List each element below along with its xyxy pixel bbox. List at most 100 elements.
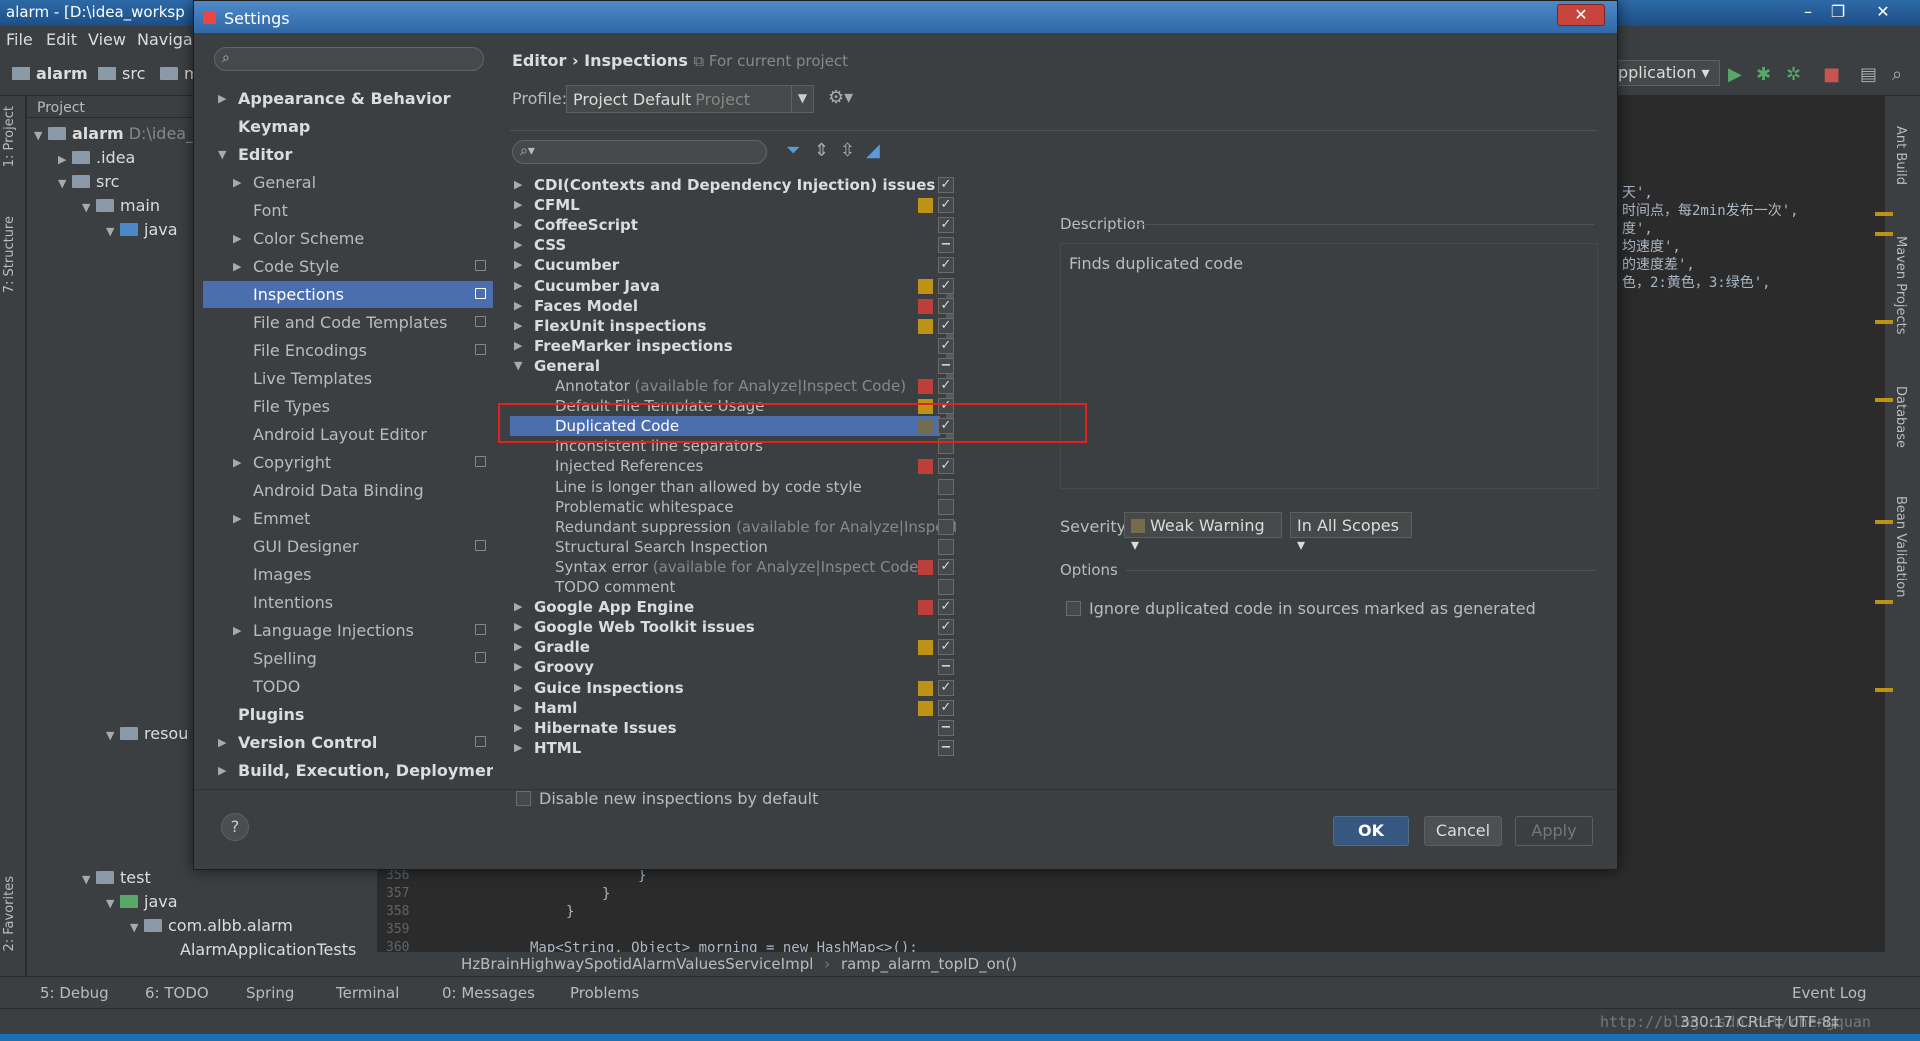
tree-item-main[interactable]: ▼ main [82,196,160,215]
tree-item-package[interactable]: ▼ com.albb.alarm [130,916,293,935]
nav-item-inspections[interactable]: Inspections [203,281,493,308]
inspection-checkbox[interactable]: ✓ [938,338,954,354]
collapsed-arrow-icon[interactable]: ▶ [514,620,528,633]
status-position[interactable]: 330:17 CRLF‡ UTF-8‡ [1680,1013,1839,1031]
collapsed-arrow-icon[interactable]: ▶ [514,721,528,734]
tree-item-test-java[interactable]: ▼ java [106,892,178,911]
filter-icon[interactable]: ⏷ [786,140,800,161]
error-stripe-marker[interactable] [1875,520,1893,524]
inspection-injected-references[interactable]: Injected References ✓ [510,456,954,476]
ignore-generated-checkbox[interactable]: Ignore duplicated code in sources marked… [1066,599,1536,618]
inspection-group-coffeescript[interactable]: ▶ CoffeeScript ✓ [510,215,954,235]
breadcrumb-src[interactable]: src [98,64,145,83]
inspection-checkbox[interactable] [938,579,954,595]
inspection-problematic-whitespace[interactable]: Problematic whitespace [510,497,954,517]
collapsed-arrow-icon[interactable]: ▶ [514,600,528,613]
tab-database[interactable]: Database [1893,386,1908,448]
nav-item-general[interactable]: ▶ General [203,169,493,196]
inspection-checkbox[interactable]: ✓ [938,599,954,615]
help-button[interactable]: ? [221,813,249,841]
maximize-icon[interactable]: ❐ [1825,1,1851,23]
inspection-group-cucumber-java[interactable]: ▶ Cucumber Java ✓ [510,276,954,296]
crumb-method[interactable]: ramp_alarm_topID_on() [841,955,1017,973]
tree-item-idea[interactable]: ▶ .idea [58,148,135,167]
nav-item-file-types[interactable]: File Types [203,393,493,420]
inspection-checkbox[interactable]: − [938,358,954,374]
inspection-group-haml[interactable]: ▶ Haml ✓ [510,698,954,718]
expand-all-icon[interactable]: ⇕ [814,140,829,161]
error-stripe-marker[interactable] [1875,232,1893,236]
nav-item-live-templates[interactable]: Live Templates [203,365,493,392]
reset-icon[interactable]: ◢ [866,140,880,161]
collapsed-arrow-icon[interactable]: ▶ [514,741,528,754]
menu-file[interactable]: File [6,30,33,49]
scope-combo[interactable]: In All Scopes ▾ [1290,512,1412,554]
search-everywhere-icon[interactable]: ⌕ [1892,64,1902,85]
nav-item-plugins[interactable]: Plugins [203,701,493,728]
inspection-checkbox[interactable] [938,539,954,555]
inspection-checkbox[interactable]: ✓ [938,680,954,696]
inspection-tree[interactable]: ▶ CDI(Contexts and Dependency Injection) … [510,175,956,781]
collapsed-arrow-icon[interactable]: ▶ [514,218,528,231]
nav-item-editor[interactable]: ▼ Editor [203,141,493,168]
collapsed-arrow-icon[interactable]: ▶ [514,178,528,191]
tool-messages[interactable]: 0: Messages [442,984,535,1002]
inspection-checkbox[interactable] [938,499,954,515]
menu-view[interactable]: View [88,30,126,49]
nav-item-color-scheme[interactable]: ▶ Color Scheme [203,225,493,252]
expanded-arrow-icon[interactable]: ▼ [514,359,528,372]
run-icon[interactable]: ▶ [1728,64,1742,85]
nav-item-android-layout-editor[interactable]: Android Layout Editor [203,421,493,448]
run-config-combo[interactable]: Application ▾ [1600,60,1720,86]
structure-icon[interactable]: ▤ [1860,64,1877,85]
collapsed-arrow-icon[interactable]: ▶ [514,660,528,673]
collapsed-arrow-icon[interactable]: ▶ [233,512,247,525]
nav-item-file-and-code-templates[interactable]: File and Code Templates [203,309,493,336]
collapsed-arrow-icon[interactable]: ▶ [233,260,247,273]
error-stripe-marker[interactable] [1875,688,1893,692]
nav-item-copyright[interactable]: ▶ Copyright [203,449,493,476]
inspection-checkbox[interactable]: ✓ [938,318,954,334]
inspection-group-cucumber[interactable]: ▶ Cucumber ✓ [510,255,954,275]
inspection-checkbox[interactable]: − [938,237,954,253]
inspection-checkbox[interactable]: ✓ [938,177,954,193]
apply-button[interactable]: Apply [1515,816,1593,846]
nav-item-android-data-binding[interactable]: Android Data Binding [203,477,493,504]
severity-combo[interactable]: Weak Warning ▾ [1124,512,1282,554]
collapsed-arrow-icon[interactable]: ▶ [233,176,247,189]
gear-icon[interactable]: ⚙▾ [828,87,853,108]
tab-maven-projects[interactable]: Maven Projects [1893,236,1908,335]
inspection-syntax-error[interactable]: Syntax error (available for Analyze|Insp… [510,557,954,577]
inspection-group-hibernate-issues[interactable]: ▶ Hibernate Issues − [510,718,954,738]
inspection-checkbox[interactable]: ✓ [938,298,954,314]
inspection-group-html[interactable]: ▶ HTML − [510,738,954,758]
nav-item-emmet[interactable]: ▶ Emmet [203,505,493,532]
inspection-group-groovy[interactable]: ▶ Groovy − [510,657,954,677]
inspection-group-faces-model[interactable]: ▶ Faces Model ✓ [510,296,954,316]
tab-ant-build[interactable]: Ant Build [1893,126,1908,185]
error-stripe-marker[interactable] [1875,212,1893,216]
inspection-group-general[interactable]: ▼ General − [510,356,954,376]
inspection-checkbox[interactable]: − [938,659,954,675]
menu-edit[interactable]: Edit [46,30,77,49]
collapsed-arrow-icon[interactable]: ▶ [514,701,528,714]
inspection-checkbox[interactable]: ✓ [938,619,954,635]
inspection-checkbox[interactable] [938,479,954,495]
inspection-group-google-web-toolkit-issues[interactable]: ▶ Google Web Toolkit issues ✓ [510,617,954,637]
tab-favorites[interactable]: 2: Favorites [2,876,17,952]
tool-todo[interactable]: 6: TODO [145,984,209,1002]
disable-new-inspections-checkbox[interactable]: Disable new inspections by default [516,789,818,808]
inspection-checkbox[interactable]: ✓ [938,217,954,233]
tab-project[interactable]: 1: Project [2,106,17,167]
error-stripe-marker[interactable] [1875,600,1893,604]
collapsed-arrow-icon[interactable]: ▶ [218,736,232,749]
collapsed-arrow-icon[interactable]: ▶ [514,299,528,312]
collapsed-arrow-icon[interactable]: ▶ [514,258,528,271]
ok-button[interactable]: OK [1333,816,1409,846]
collapsed-arrow-icon[interactable]: ▶ [233,624,247,637]
tool-event-log[interactable]: Event Log [1792,984,1867,1002]
inspection-annotator[interactable]: Annotator (available for Analyze|Inspect… [510,376,954,396]
nav-item-build-execution-deployment[interactable]: ▶ Build, Execution, Deployment [203,757,493,784]
inspection-checkbox[interactable]: ✓ [938,257,954,273]
collapsed-arrow-icon[interactable]: ▶ [514,640,528,653]
